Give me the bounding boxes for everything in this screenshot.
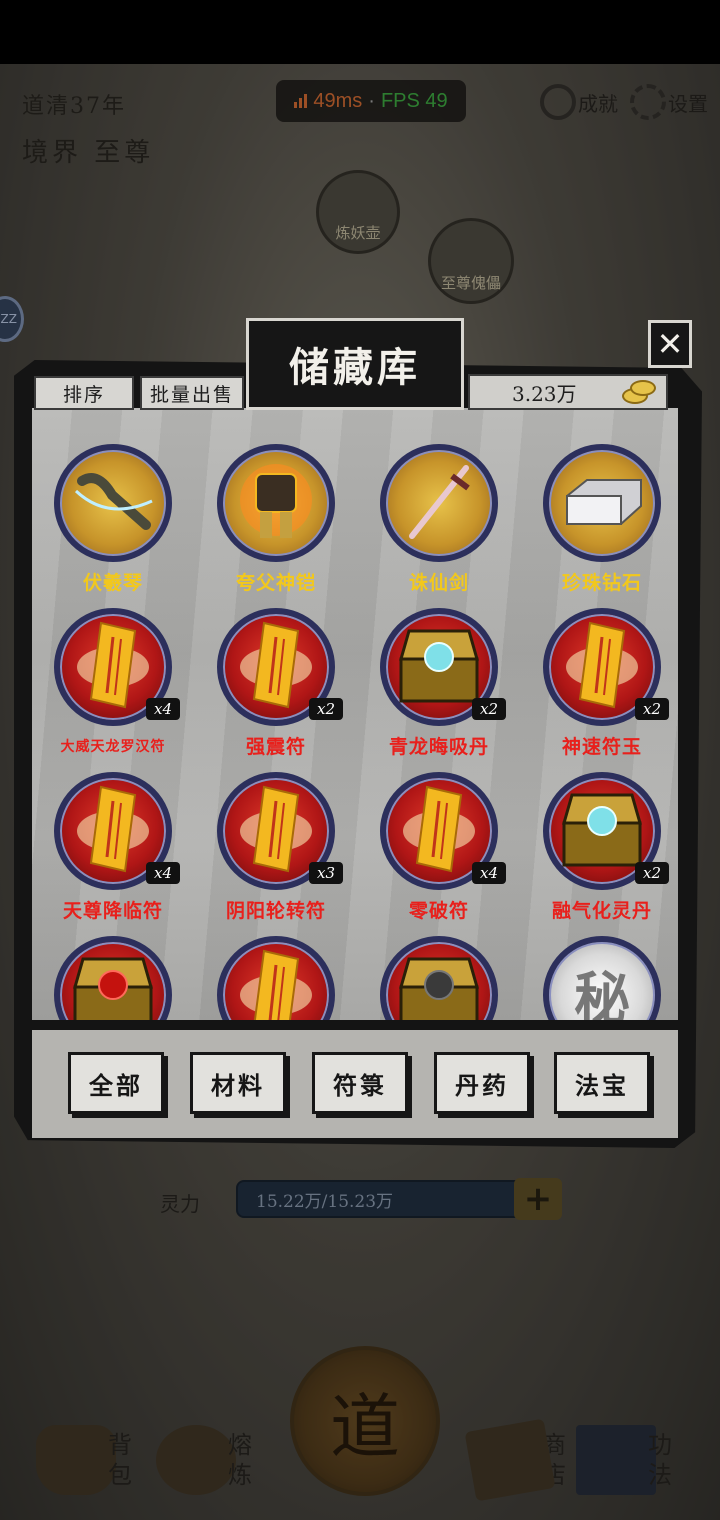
item-slot[interactable]: [195, 926, 357, 1020]
chest-cyan-icon: [554, 787, 650, 875]
item-orb: [380, 444, 498, 562]
item-name: 诛仙剑: [408, 572, 469, 594]
item-orb: [54, 936, 172, 1020]
talisman-icon: [236, 617, 316, 717]
item-name: 青龙晦吸丹: [388, 736, 489, 758]
item-name: 天尊降临符: [62, 900, 163, 922]
talisman-icon: [236, 945, 316, 1020]
tab-artifacts[interactable]: 法宝: [554, 1052, 650, 1114]
item-slot[interactable]: [358, 926, 520, 1020]
item-slot[interactable]: 珍珠钻石: [521, 434, 678, 598]
item-count-badge: x3: [309, 862, 343, 884]
item-name: 伏羲琴: [82, 572, 143, 594]
item-slot[interactable]: 诛仙剑: [358, 434, 520, 598]
diamond-block-icon: [557, 466, 647, 540]
talisman-icon: [399, 781, 479, 881]
tab-talismans[interactable]: 符箓: [312, 1052, 408, 1114]
item-slot[interactable]: 伏羲琴: [32, 434, 194, 598]
tab-all[interactable]: 全部: [68, 1052, 164, 1114]
item-name: 零破符: [408, 900, 469, 922]
qin-weapon-icon: [68, 461, 158, 545]
item-count-badge: x4: [146, 862, 180, 884]
item-count-badge: x4: [146, 698, 180, 720]
currency-display: 3.23万: [468, 374, 668, 410]
item-name: 神速符玉: [561, 736, 642, 758]
secret-icon: 秘: [574, 966, 630, 1021]
item-slot[interactable]: x4 零破符: [358, 762, 520, 926]
talisman-icon: [562, 617, 642, 717]
item-slot[interactable]: x2 神速符玉: [521, 598, 678, 762]
item-slot[interactable]: x2 强震符: [195, 598, 357, 762]
item-count-badge: x2: [309, 698, 343, 720]
item-count-badge: x4: [472, 862, 506, 884]
item-name: 大威天龙罗汉符: [60, 739, 166, 755]
storage-title: 储藏库: [289, 344, 421, 391]
item-name: 融气化灵丹: [551, 900, 652, 922]
item-count-badge: x2: [472, 698, 506, 720]
close-button[interactable]: ✕: [648, 320, 692, 368]
talisman-icon: [73, 617, 153, 717]
tab-pills[interactable]: 丹药: [434, 1052, 530, 1114]
item-slot[interactable]: 夸父神铠: [195, 434, 357, 598]
item-slot[interactable]: x3 阴阳轮转符: [195, 762, 357, 926]
item-grid: 伏羲琴 夸父神铠 诛仙剑 珍珠钻石 x4 大威天龙罗汉符 x2 强震符 x2 青龙晦吸丹 x2 神速符…: [32, 430, 678, 1020]
item-orb: 秘: [543, 936, 661, 1020]
item-slot[interactable]: x4 天尊降临符: [32, 762, 194, 926]
item-slot[interactable]: 秘: [521, 926, 678, 1020]
item-orb: [217, 936, 335, 1020]
item-orb: [54, 444, 172, 562]
item-orb: [217, 444, 335, 562]
chest-dark-icon: [391, 951, 487, 1020]
item-name: 阴阳轮转符: [225, 900, 326, 922]
currency-amount: 3.23万: [512, 381, 577, 406]
item-name: 夸父神铠: [235, 572, 316, 594]
talisman-icon: [73, 781, 153, 881]
item-slot[interactable]: [32, 926, 194, 1020]
batch-sell-button[interactable]: 批量出售: [140, 376, 244, 410]
item-name: 珍珠钻石: [561, 572, 642, 594]
chest-cyan-icon: [391, 623, 487, 711]
item-slot[interactable]: x2 融气化灵丹: [521, 762, 678, 926]
gold-coin-icon: [620, 378, 658, 408]
item-count-badge: x2: [635, 862, 669, 884]
talisman-icon: [236, 781, 316, 881]
status-bar: [0, 0, 720, 64]
item-name: 强震符: [245, 736, 306, 758]
storage-title-plate: 储藏库: [246, 318, 464, 410]
chest-red-icon: [65, 951, 161, 1020]
armor-icon: [236, 456, 316, 550]
item-orb: [543, 444, 661, 562]
sword-icon: [394, 456, 484, 550]
item-slot[interactable]: x2 青龙晦吸丹: [358, 598, 520, 762]
item-count-badge: x2: [635, 698, 669, 720]
tab-materials[interactable]: 材料: [190, 1052, 286, 1114]
item-slot[interactable]: x4 大威天龙罗汉符: [32, 598, 194, 762]
sort-button[interactable]: 排序: [34, 376, 134, 410]
item-orb: [380, 936, 498, 1020]
